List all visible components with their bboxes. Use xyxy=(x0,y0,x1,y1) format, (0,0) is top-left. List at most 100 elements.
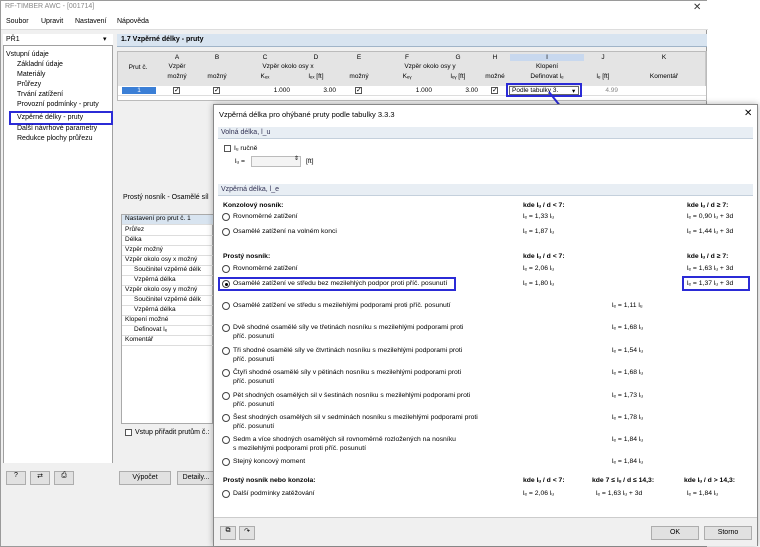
col-member: Prut č. xyxy=(128,64,148,71)
col-letter-h: H xyxy=(492,54,498,61)
prop-length-y: Vzpěrná délka xyxy=(122,306,214,316)
more-7-value: lₑ = 1,84 lᵤ xyxy=(612,458,644,465)
radio-more-6[interactable] xyxy=(222,436,230,444)
buckling-x-checkbox[interactable]: ✓ xyxy=(213,87,220,94)
menu-file[interactable]: Soubor xyxy=(6,18,29,25)
radio-simple-center-point[interactable] xyxy=(222,280,230,288)
help-icon[interactable]: ? xyxy=(6,471,26,485)
other-v2: lₑ = 1,63 lᵤ + 3d xyxy=(596,490,643,497)
prop-buckling-y: Vzpěr okolo osy y možný xyxy=(122,286,214,296)
members-table: A B C D E F G H I J K Prut č. Vzpěr Vzpě… xyxy=(117,51,707,101)
print-icon[interactable]: ⎙ xyxy=(54,471,74,485)
buckling-y-checkbox[interactable]: ✓ xyxy=(355,87,362,94)
dialog-button-bar: ⧉ ↷ OK Storno xyxy=(214,517,757,546)
details-button[interactable]: Detaily... xyxy=(177,471,215,485)
subhead-c: Kₑₓ xyxy=(260,73,270,80)
tree-item-basic[interactable]: Základní údaje xyxy=(17,61,63,68)
radio-more-5[interactable] xyxy=(222,414,230,422)
close-icon[interactable]: ✕ xyxy=(744,108,752,119)
prop-section: Průřez xyxy=(122,226,214,236)
cancel-button[interactable]: Storno xyxy=(704,526,752,540)
group-about-x: Vzpěr okolo osy x xyxy=(262,63,314,70)
menu-edit[interactable]: Upravit xyxy=(41,18,63,25)
radio-more-4[interactable] xyxy=(222,392,230,400)
menu-bar: Soubor Upravit Nastavení Nápověda xyxy=(1,15,708,30)
prop-comment: Komentář xyxy=(122,336,214,346)
lex-value[interactable]: 3.00 xyxy=(294,87,336,94)
prop-factor-y: Součinitel vzpěrné délk xyxy=(122,296,214,306)
more-2-label2: příč. posunutí xyxy=(233,356,275,363)
simple-uniform-v1: lₑ = 2,06 lᵤ xyxy=(523,265,555,272)
more-5-value: lₑ = 1,78 lᵤ xyxy=(612,414,644,421)
key-value[interactable]: 1.000 xyxy=(380,87,432,94)
radio-more-2[interactable] xyxy=(222,347,230,355)
tree-item-design[interactable]: Další návrhové parametry xyxy=(17,125,97,132)
ok-button[interactable]: OK xyxy=(651,526,699,540)
ltb-checkbox[interactable]: ✓ xyxy=(491,87,498,94)
dialog-title: Vzpěrná délka pro ohýbané pruty podle ta… xyxy=(219,110,395,119)
cantilever-uniform-label: Rovnoměrné zatížení xyxy=(233,213,298,220)
buckling-checkbox[interactable]: ✓ xyxy=(173,87,180,94)
subhead-h: možné xyxy=(485,73,505,80)
buckling-length-dialog: Vzpěrná délka pro ohýbané pruty podle ta… xyxy=(213,104,758,546)
cantilever-point-v1: lₑ = 1,87 lᵤ xyxy=(523,228,555,235)
reset-icon[interactable]: ↷ xyxy=(239,526,255,540)
simple-uniform-label: Rovnoměrné zatížení xyxy=(233,265,298,272)
radio-cantilever-point[interactable] xyxy=(222,228,230,236)
prop-buckling: Vzpěr možný xyxy=(122,246,214,256)
ley-value[interactable]: 3.00 xyxy=(436,87,478,94)
more-2-value: lₑ = 1,54 lᵤ xyxy=(612,347,644,354)
more-3-label: Čtyři shodné osamělé síly v pětinách nos… xyxy=(233,369,462,376)
subhead-d: lₑₓ [ft] xyxy=(308,73,324,80)
tree-selection-highlight xyxy=(9,111,113,125)
tree-item-service[interactable]: Provozní podmínky - pruty xyxy=(17,101,99,108)
prop-buckling-x: Vzpěr okolo osy x možný xyxy=(122,256,214,266)
tree-item-reduction[interactable]: Redukce plochy průřezu xyxy=(17,135,93,142)
calculate-button[interactable]: Výpočet xyxy=(119,471,171,485)
menu-settings[interactable]: Nastavení xyxy=(75,18,107,25)
title-bar: RF-TIMBER AWC - [001714] ✕ xyxy=(1,1,708,15)
export-icon[interactable]: ⇄ xyxy=(30,471,50,485)
spin-icon[interactable]: ⇕ xyxy=(294,155,299,162)
chevron-down-icon: ▾ xyxy=(103,36,107,43)
tree-item-materials[interactable]: Materiály xyxy=(17,71,45,78)
member-number[interactable]: 1 xyxy=(122,87,156,94)
prop-length-x: Vzpěrná délka xyxy=(122,276,214,286)
cantilever-col1: kde lᵤ / d < 7: xyxy=(523,202,565,209)
radio-more-1[interactable] xyxy=(222,324,230,332)
more-7-label: Stejný koncový moment xyxy=(233,458,306,465)
lu-label: lᵤ = xyxy=(235,158,245,165)
radio-other[interactable] xyxy=(222,490,230,498)
more-4-label: Pět shodných osamělých sil v šestinách n… xyxy=(233,392,471,399)
prop-define-le: Definovat lₑ xyxy=(122,326,214,336)
other-v1: lₑ = 2,06 lᵤ xyxy=(523,490,555,497)
case-value: PŘ1 xyxy=(6,36,20,43)
other-col1: kde lᵤ / d < 7: xyxy=(523,477,565,484)
section-title: 1.7 Vzpěrné délky - pruty xyxy=(121,36,204,43)
other-v3: lₑ = 1,84 lᵤ xyxy=(687,490,719,497)
more-1-value: lₑ = 1,68 lᵤ xyxy=(612,324,644,331)
simple-center-v2: lₑ = 1,37 lᵤ + 3d xyxy=(687,280,734,287)
radio-cantilever-uniform[interactable] xyxy=(222,213,230,221)
tree-item-duration[interactable]: Trvání zatížení xyxy=(17,91,63,98)
menu-help[interactable]: Nápověda xyxy=(117,18,149,25)
radio-simple-uniform[interactable] xyxy=(222,265,230,273)
close-icon[interactable]: ✕ xyxy=(693,2,701,13)
col-letter-c: C xyxy=(262,54,268,61)
radio-more-7[interactable] xyxy=(222,458,230,466)
more-6-label2: s mezilehlými podporami proti příč. posu… xyxy=(233,445,366,452)
subhead-e: možný xyxy=(349,73,369,80)
assign-checkbox[interactable] xyxy=(125,429,132,436)
radio-more-0[interactable] xyxy=(222,302,230,310)
other-title: Prostý nosník nebo konzola: xyxy=(223,477,316,484)
tree-root[interactable]: Vstupní údaje xyxy=(6,51,49,58)
tree-item-sections[interactable]: Průřezy xyxy=(17,81,41,88)
more-5-label: Šest shodných osamělých sil v sedminách … xyxy=(233,414,478,421)
case-select[interactable]: PŘ1 ▾ xyxy=(3,34,113,46)
col-letter-d: D xyxy=(313,54,319,61)
units-icon[interactable]: ⧉ xyxy=(220,526,236,540)
subhead-a: možný xyxy=(167,73,187,80)
manual-lu-checkbox[interactable] xyxy=(224,145,231,152)
radio-more-3[interactable] xyxy=(222,369,230,377)
kex-value[interactable]: 1.000 xyxy=(238,87,290,94)
